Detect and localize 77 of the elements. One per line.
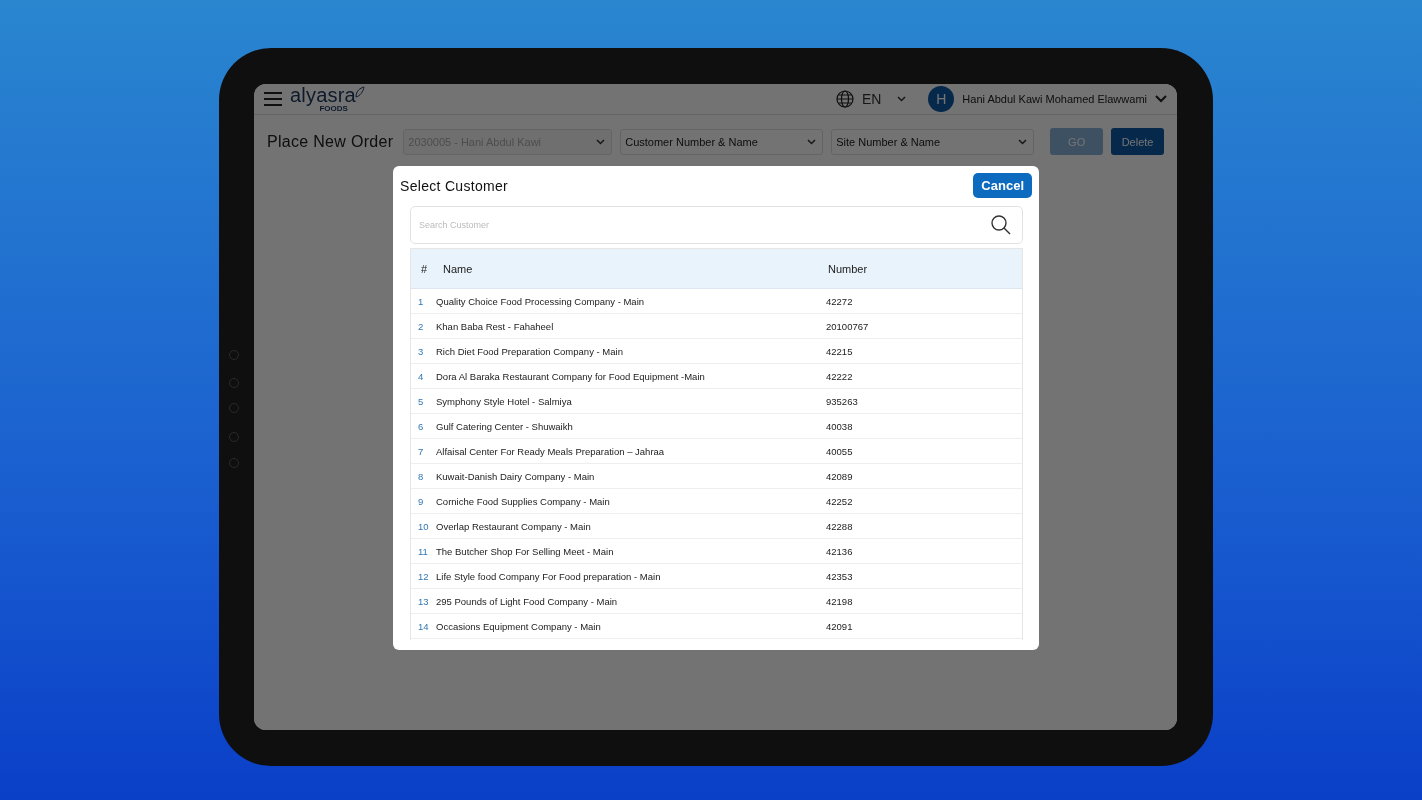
logo-tagline: FOODS: [319, 105, 348, 113]
customer-number: 42089: [826, 470, 854, 482]
customer-name: Gulf Catering Center - Shuwaikh: [436, 420, 574, 432]
row-index: 6: [417, 420, 425, 432]
customer-row[interactable]: 11 The Butcher Shop For Selling Meet - Main 42136: [411, 539, 1022, 564]
customer-name: Corniche Food Supplies Company - Main: [436, 495, 611, 507]
customer-number: 20100767: [826, 320, 870, 332]
customer-number: 42272: [826, 295, 854, 307]
chevron-down-icon[interactable]: [1155, 95, 1167, 103]
customer-row[interactable]: 3 Rich Diet Food Preparation Company - Main 42215: [411, 339, 1022, 364]
row-index: 8: [417, 470, 425, 482]
row-index: 14: [417, 620, 430, 632]
customer-row[interactable]: 1 Quality Choice Food Processing Company - Main 42272: [411, 289, 1022, 314]
row-index: 10: [417, 520, 430, 532]
customer-name: Overlap Restaurant Company - Main: [436, 520, 592, 532]
customer-number: 935263: [826, 395, 859, 407]
row-index: 5: [417, 395, 425, 407]
customer-number: 42091: [826, 620, 854, 632]
customer-name: Kuwait-Danish Dairy Company - Main: [436, 470, 596, 482]
customer-row[interactable]: 6 Gulf Catering Center - Shuwaikh 40038: [411, 414, 1022, 439]
menu-icon[interactable]: [264, 92, 282, 106]
user-name[interactable]: Hani Abdul Kawi Mohamed Elawwami: [962, 93, 1147, 105]
customer-row[interactable]: 7 Alfaisal Center For Ready Meals Preparation – Jahraa 40055: [411, 439, 1022, 464]
column-header: Number: [828, 262, 869, 275]
customer-row[interactable]: 5 Symphony Style Hotel - Salmiya 935263: [411, 389, 1022, 414]
search-icon[interactable]: [991, 215, 1011, 235]
customer-number: 42252: [826, 495, 854, 507]
customer-row[interactable]: 10 Overlap Restaurant Company - Main 42288: [411, 514, 1022, 539]
row-index: 1: [417, 295, 425, 307]
row-index: 2: [417, 320, 425, 332]
customer-name: 295 Pounds of Light Food Company - Main: [436, 595, 619, 607]
customer-number: 42288: [826, 520, 854, 532]
row-index: 7: [417, 445, 425, 457]
row-index: 4: [417, 370, 425, 382]
customer-row[interactable]: 13 295 Pounds of Light Food Company - Main 42198: [411, 589, 1022, 614]
customer-row[interactable]: 14 Occasions Equipment Company - Main 42091: [411, 614, 1022, 639]
search-field[interactable]: Search Customer: [410, 206, 1023, 244]
row-index: 11: [417, 545, 429, 557]
logo-name: alyasra: [290, 85, 356, 105]
customer-name: Quality Choice Food Processing Company - Main: [436, 295, 646, 307]
customer-number: 42136: [826, 545, 854, 557]
customer-name: Alfaisal Center For Ready Meals Preparation – Jahraa: [436, 445, 666, 457]
row-index: 12: [417, 570, 430, 582]
customer-number: 42353: [826, 570, 854, 582]
customer-number: 42222: [826, 370, 854, 382]
customer-name: Symphony Style Hotel - Salmiya: [436, 395, 573, 407]
customer-name: Dora Al Baraka Restaurant Company for Food Equipment -Main: [436, 370, 706, 382]
chevron-down-icon: [1018, 138, 1028, 145]
dropdown-select[interactable]: Site Number & Name: [831, 128, 1035, 155]
column-header: Name: [443, 262, 474, 275]
globe-icon[interactable]: [835, 90, 854, 108]
customer-number: 40055: [826, 445, 854, 457]
customer-row[interactable]: 2 Khan Baba Rest - Fahaheel 20100767: [411, 314, 1022, 339]
customer-row[interactable]: 9 Corniche Food Supplies Company - Main 42252: [411, 489, 1022, 514]
customer-name: Rich Diet Food Preparation Company - Main: [436, 345, 624, 357]
customer-row[interactable]: 12 Life Style food Company For Food preparation - Main 42353: [411, 564, 1022, 589]
customer-number: 40038: [826, 420, 854, 432]
dropdown-select[interactable]: Customer Number & Name: [620, 128, 824, 155]
customer-name: Life Style food Company For Food preparation - Main: [436, 570, 662, 582]
customer-number: 42198: [826, 595, 854, 607]
chevron-down-icon: [596, 138, 606, 145]
page-title: Place New Order: [267, 132, 394, 151]
customer-name: The Butcher Shop For Selling Meet - Main: [436, 545, 615, 557]
customer-name: Khan Baba Rest - Fahaheel: [436, 320, 555, 332]
cancel-button[interactable]: Cancel: [973, 173, 1032, 198]
customer-row[interactable]: 4 Dora Al Baraka Restaurant Company for Food Equipment -Main 42222: [411, 364, 1022, 389]
column-header: #: [420, 262, 429, 275]
row-index: 9: [417, 495, 425, 507]
row-index: 13: [417, 595, 430, 607]
chevron-down-icon: [897, 96, 907, 102]
language-label[interactable]: EN: [861, 91, 882, 107]
row-index: 3: [417, 345, 425, 357]
customer-row[interactable]: 8 Kuwait-Danish Dairy Company - Main 42089: [411, 464, 1022, 489]
chevron-down-icon: [807, 138, 817, 145]
customer-name: Occasions Equipment Company - Main: [436, 620, 602, 632]
customer-number: 42215: [826, 345, 854, 357]
dialog-title: Select Customer: [400, 177, 508, 194]
